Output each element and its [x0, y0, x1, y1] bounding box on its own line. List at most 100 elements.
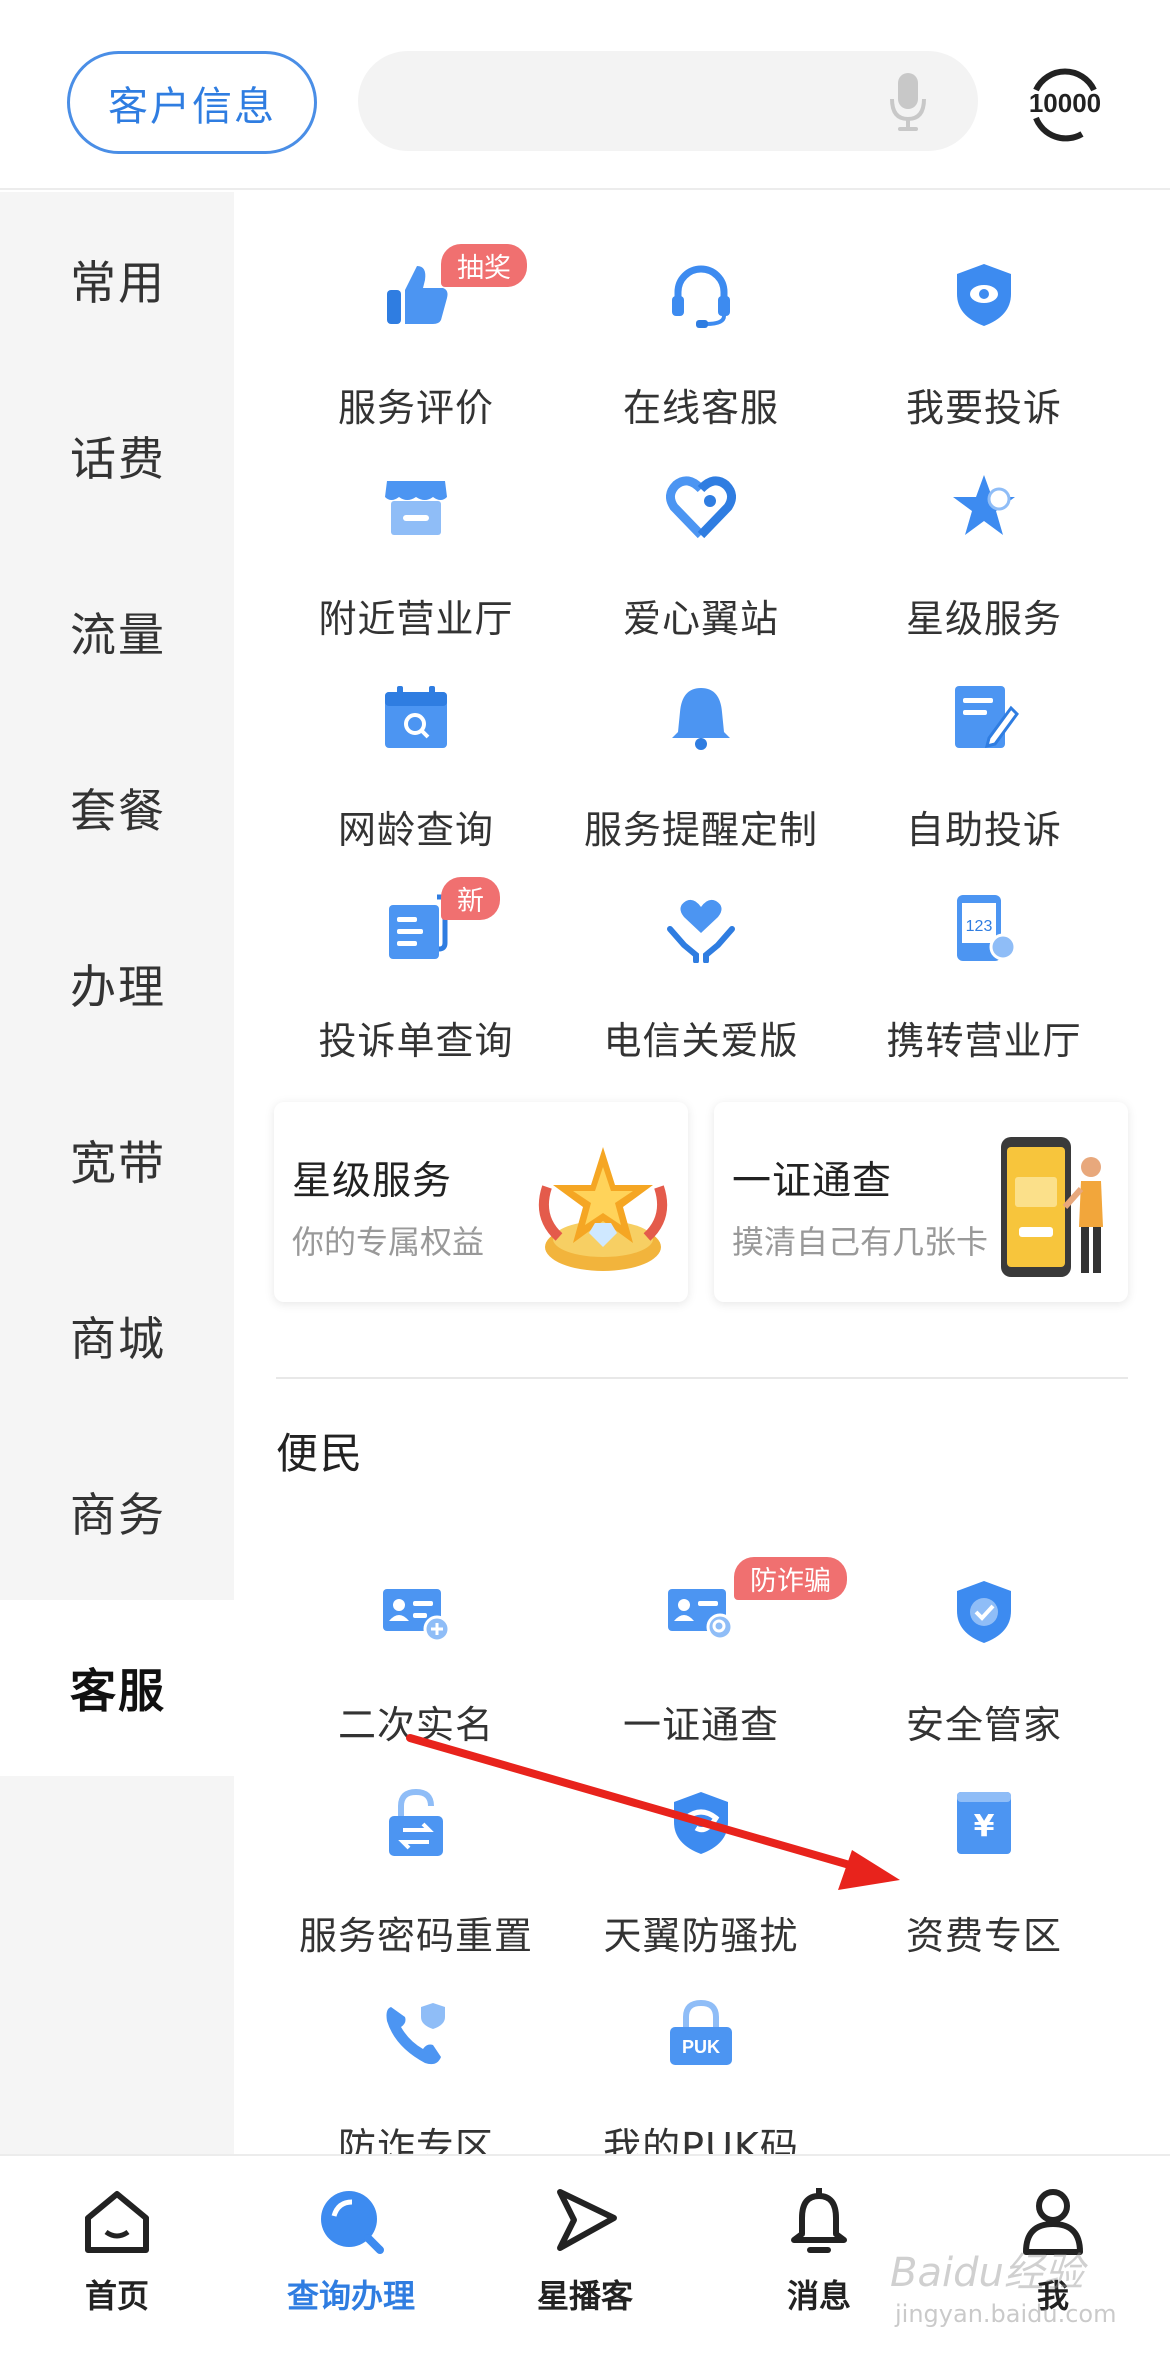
sidebar-item-common[interactable]: 常用	[0, 192, 234, 368]
grid-item-label: 资费专区	[905, 1914, 1062, 1958]
grid-item-label: 星级服务	[905, 597, 1062, 641]
promo-card-title: 星级服务	[292, 1159, 453, 1204]
promo-card-star-service[interactable]: 星级服务 你的专属权益	[274, 1102, 688, 1302]
number-transfer-icon: 123	[957, 895, 1017, 961]
svg-text:PUK: PUK	[682, 2037, 720, 2057]
heart-location-icon	[666, 476, 736, 539]
section-title-convenience: 便民	[276, 1429, 365, 1478]
grid-item-puk-code[interactable]: PUK 我的PUK码	[551, 1961, 851, 2154]
shield-swirl-icon	[674, 1792, 728, 1854]
star-crown-illustration	[539, 1147, 667, 1271]
grid-item-star-service[interactable]: 星级服务	[834, 433, 1134, 641]
id-card-add-icon	[383, 1589, 451, 1643]
grid-item-anti-fraud-zone[interactable]: 防诈专区	[266, 1961, 566, 2154]
tab-label: 星播客	[536, 2277, 633, 2315]
grid-item-service-reminder[interactable]: 服务提醒定制	[551, 644, 851, 852]
sidebar-item-bill[interactable]: 话费	[0, 368, 234, 544]
tab-label: 首页	[84, 2277, 149, 2315]
grid-item-second-realname[interactable]: 二次实名	[266, 1539, 566, 1747]
top-header: 客户信息 10000	[0, 0, 1170, 190]
phone-shield-icon	[386, 2003, 445, 2065]
id-card-search-icon	[668, 1589, 734, 1641]
grid-item-label: 自助投诉	[905, 808, 1062, 852]
grid-item-label: 网龄查询	[337, 808, 494, 852]
baidu-watermark-url: jingyan.baidu.com	[895, 2300, 1117, 2328]
sidebar-item-customer-service[interactable]: 客服	[0, 1600, 234, 1776]
grid-item-password-reset[interactable]: 服务密码重置	[266, 1750, 566, 1958]
bell-tab-icon	[791, 2188, 847, 2253]
sidebar-item-plan[interactable]: 套餐	[0, 720, 234, 896]
star-icon	[953, 475, 1015, 535]
phone-person-illustration	[1001, 1137, 1103, 1277]
headset-icon	[672, 265, 730, 328]
grid-item-tariff-zone[interactable]: ¥ 资费专区	[834, 1750, 1134, 1958]
hotline-number: 10000	[1029, 88, 1101, 118]
grid-item-label: 我要投诉	[905, 386, 1062, 430]
grid-item-love-station[interactable]: 爱心翼站	[551, 433, 851, 641]
grid-item-self-complaint[interactable]: 自助投诉	[834, 644, 1134, 852]
grid-item-label: 爱心翼站	[622, 597, 779, 641]
grid-item-label: 防诈专区	[337, 2125, 494, 2154]
grid-item-complaint-query[interactable]: 新 投诉单查询	[266, 855, 566, 1063]
grid-item-label: 附近营业厅	[318, 597, 514, 641]
grid-item-security-manager[interactable]: 安全管家	[834, 1539, 1134, 1747]
grid-item-care-edition[interactable]: 电信关爱版	[551, 855, 851, 1063]
tab-query-handle[interactable]: 查询办理	[234, 2156, 468, 2356]
grid-item-label: 安全管家	[905, 1703, 1062, 1747]
play-icon	[557, 2189, 617, 2251]
sidebar-item-broadband[interactable]: 宽带	[0, 1072, 234, 1248]
search-bar[interactable]	[358, 51, 978, 151]
baidu-watermark: Baidu经验	[890, 2250, 1084, 2296]
customer-info-button[interactable]: 客户信息	[67, 51, 317, 154]
sidebar-item-data[interactable]: 流量	[0, 544, 234, 720]
grid-item-label: 服务评价	[337, 386, 494, 430]
store-icon	[385, 481, 447, 535]
grid-item-service-rating[interactable]: 抽奖 服务评价	[266, 222, 566, 430]
microphone-icon[interactable]	[888, 71, 928, 133]
promo-card-subtitle: 你的专属权益	[292, 1223, 485, 1261]
new-badge: 新	[441, 877, 500, 920]
calendar-search-icon	[385, 686, 447, 748]
yuan-book-icon: ¥	[957, 1792, 1011, 1854]
section-divider	[276, 1377, 1128, 1379]
puk-lock-icon: PUK	[670, 1999, 732, 2065]
grid-item-label: 服务密码重置	[298, 1914, 533, 1958]
grid-item-label: 服务提醒定制	[583, 808, 818, 852]
svg-text:¥: ¥	[974, 1809, 995, 1844]
home-icon	[85, 2191, 149, 2253]
shield-check-icon	[957, 1581, 1011, 1643]
lock-swap-icon	[389, 1788, 443, 1856]
grid-item-anti-harassment[interactable]: 天翼防骚扰	[551, 1750, 851, 1958]
grid-item-label: 电信关爱版	[603, 1019, 799, 1063]
svg-text:123: 123	[966, 918, 993, 935]
grid-item-network-age[interactable]: 网龄查询	[266, 644, 566, 852]
grid-item-label: 一证通查	[622, 1703, 779, 1747]
anti-fraud-badge: 防诈骗	[734, 1557, 847, 1600]
hotline-10000-icon[interactable]: 10000	[1022, 60, 1108, 146]
tab-home[interactable]: 首页	[0, 2156, 234, 2356]
promo-card-subtitle: 摸清自己有几张卡	[732, 1223, 989, 1261]
grid-item-label: 在线客服	[622, 386, 779, 430]
search-tab-icon	[321, 2191, 384, 2254]
grid-item-label: 携转营业厅	[886, 1019, 1082, 1063]
grid-item-label: 天翼防骚扰	[603, 1914, 799, 1958]
app-screen: 客户信息 10000 常用 话费 流量 套餐 办理 宽带 商城 商务 客服 抽奖…	[0, 0, 1170, 2356]
category-sidebar: 常用 话费 流量 套餐 办理 宽带 商城 商务 客服	[0, 192, 234, 2154]
service-content: 抽奖 服务评价 在线客服 我要投诉 附近营业厅 爱心翼站 星级服务 网龄查询 服…	[234, 192, 1170, 2154]
grid-item-number-transfer[interactable]: 123 携转营业厅	[834, 855, 1134, 1063]
grid-item-label: 二次实名	[337, 1703, 494, 1747]
lottery-badge: 抽奖	[441, 244, 527, 287]
grid-item-id-check[interactable]: 防诈骗 一证通查	[551, 1539, 851, 1747]
grid-item-label: 我的PUK码	[603, 2125, 799, 2154]
sidebar-item-mall[interactable]: 商城	[0, 1248, 234, 1424]
grid-item-complaint[interactable]: 我要投诉	[834, 222, 1134, 430]
tab-star-podcast[interactable]: 星播客	[468, 2156, 702, 2356]
sidebar-item-handle[interactable]: 办理	[0, 896, 234, 1072]
grid-item-nearby-store[interactable]: 附近营业厅	[266, 433, 566, 641]
promo-card-id-check[interactable]: 一证通查 摸清自己有几张卡	[714, 1102, 1128, 1302]
tab-label: 查询办理	[286, 2277, 415, 2315]
grid-item-label: 投诉单查询	[318, 1019, 514, 1063]
grid-item-online-service[interactable]: 在线客服	[551, 222, 851, 430]
sidebar-item-business[interactable]: 商务	[0, 1424, 234, 1600]
shield-eye-icon	[957, 264, 1011, 326]
